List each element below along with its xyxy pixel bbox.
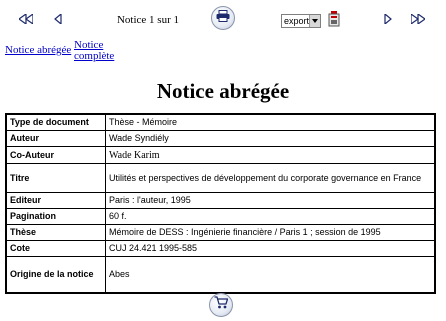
table-row: Editeur Paris : l'auteur, 1995: [5, 192, 436, 209]
page-title: Notice abrégée: [156, 79, 290, 103]
field-value: Mémoire de DESS : Ingénierie financière …: [105, 224, 436, 241]
field-value: Abes: [105, 256, 436, 294]
full-notice-link-line2: complète: [74, 50, 115, 62]
full-notice-link[interactable]: Notice complète: [74, 40, 114, 62]
previous-record-icon[interactable]: [50, 12, 66, 26]
table-row: Auteur Wade Syndiély: [5, 130, 436, 147]
field-value: Paris : l'auteur, 1995: [105, 192, 436, 209]
field-label: Origine de la notice: [5, 256, 106, 294]
field-label: Titre: [5, 163, 106, 193]
first-record-icon[interactable]: [18, 12, 34, 26]
field-label: Co-Auteur: [5, 146, 106, 164]
field-value: 60 f.: [105, 208, 436, 225]
chevron-down-icon: [309, 15, 320, 27]
field-label: Auteur: [5, 130, 106, 147]
table-row: Titre Utilités et perspectives de dévelo…: [5, 163, 436, 193]
export-go-icon[interactable]: [328, 11, 340, 27]
short-notice-link[interactable]: Notice abrégée: [5, 45, 71, 56]
table-row: Co-Auteur Wade Karim: [5, 146, 436, 164]
print-icon: [216, 9, 230, 27]
notice-table: Type de document Thèse - Mémoire Auteur …: [5, 113, 436, 294]
field-label: Cote: [5, 240, 106, 257]
table-row: Origine de la notice Abes: [5, 256, 436, 294]
field-label: Pagination: [5, 208, 106, 225]
add-to-basket-button[interactable]: [209, 293, 233, 317]
last-record-icon[interactable]: [410, 12, 426, 26]
field-value: CUJ 24.421 1995-585: [105, 240, 436, 257]
table-row: Type de document Thèse - Mémoire: [5, 113, 436, 131]
table-row: Cote CUJ 24.421 1995-585: [5, 240, 436, 257]
field-value: Thèse - Mémoire: [105, 113, 436, 131]
field-label: Thèse: [5, 224, 106, 241]
table-row: Pagination 60 f.: [5, 208, 436, 225]
field-label: Type de document: [5, 113, 106, 131]
basket-icon: [214, 296, 229, 314]
print-button[interactable]: [211, 6, 235, 30]
table-row: Thèse Mémoire de DESS : Ingénierie finan…: [5, 224, 436, 241]
export-select[interactable]: export: [281, 14, 321, 28]
field-value: Utilités et perspectives de développemen…: [105, 163, 436, 193]
notice-count: Notice 1 sur 1: [116, 14, 179, 26]
field-value: Wade Syndiély: [105, 130, 436, 147]
field-label: Editeur: [5, 192, 106, 209]
next-record-icon[interactable]: [380, 12, 396, 26]
export-selected-value: export: [284, 16, 310, 26]
field-value: Wade Karim: [105, 146, 436, 164]
